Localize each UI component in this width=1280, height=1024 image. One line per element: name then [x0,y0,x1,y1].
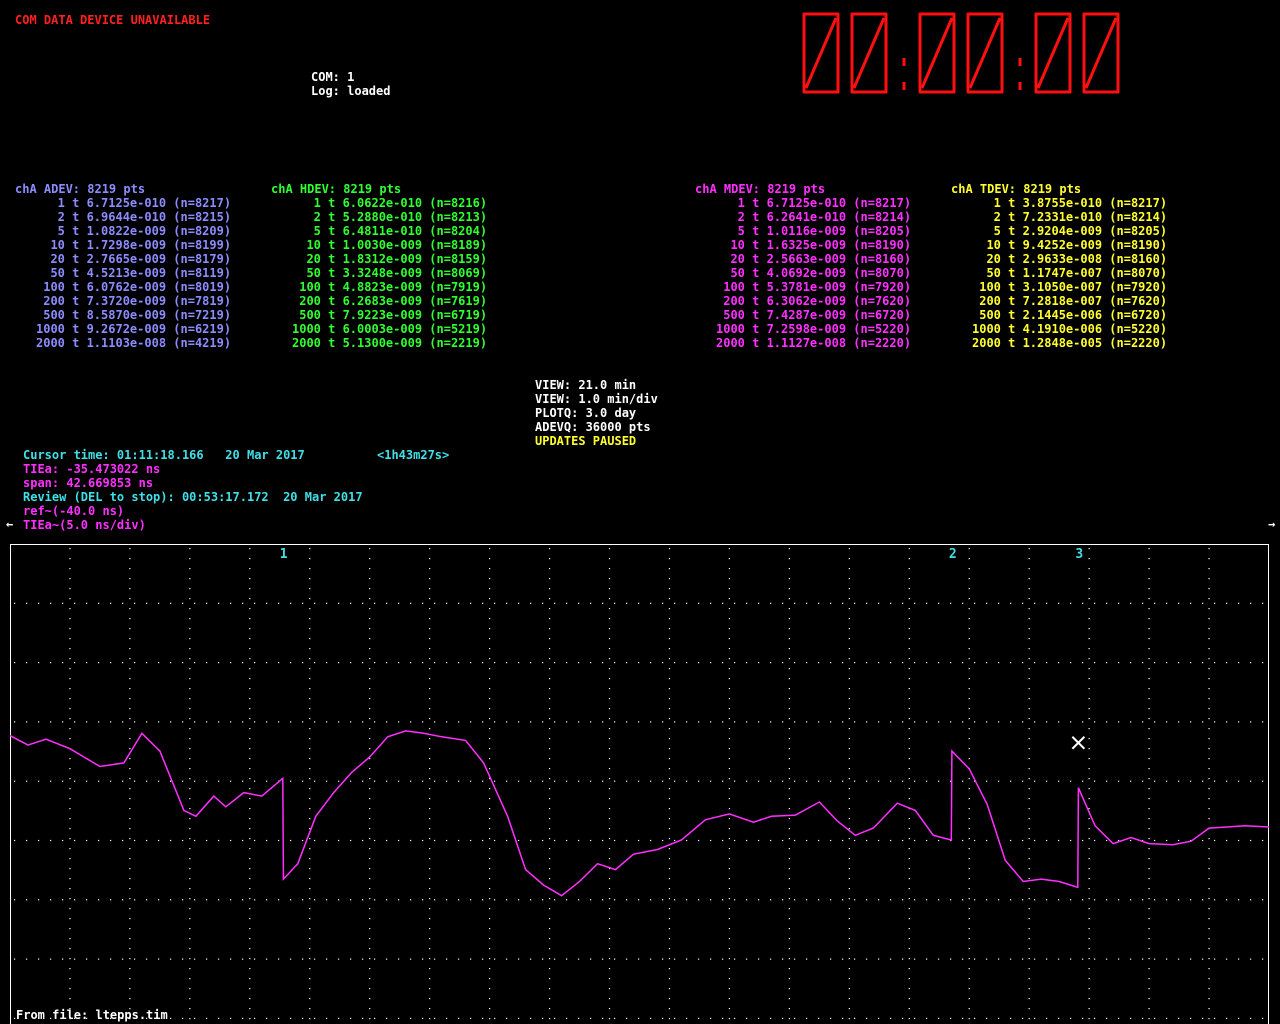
stats-row: 2 t 7.2331e-010 (n=8214) [972,210,1168,224]
view-scale-label: VIEW: 1.0 min/div [535,392,658,406]
stats-header-adev: chA ADEV: 8219 pts [15,182,146,196]
tie-trace [10,730,1269,897]
stats-row: 1000 t 7.2598e-009 (n=5220) [716,322,912,336]
stats-row: 500 t 2.1445e-006 (n=6720) [972,308,1168,322]
stats-row: 200 t 7.2818e-007 (n=7620) [972,294,1168,308]
stats-row: 50 t 3.3248e-009 (n=8069) [292,266,488,280]
stats-row: 10 t 1.0030e-009 (n=8189) [292,238,488,252]
stats-header-tdev: chA TDEV: 8219 pts [951,182,1082,196]
adev-queue-label: ADEVQ: 36000 pts [535,420,651,434]
stats-row: 1000 t 9.2672e-009 (n=6219) [36,322,232,336]
clock-digit [850,12,888,94]
stats-row: 10 t 9.4252e-009 (n=8190) [972,238,1168,252]
stats-row: 200 t 7.3720e-009 (n=7819) [36,294,232,308]
stats-row: 5 t 1.0116e-009 (n=8205) [716,224,912,238]
stats-table-adev: chA ADEV: 8219 pts 1 t 6.7125e-010 (n=82… [15,182,231,350]
arrow-right-icon[interactable]: → [1268,517,1275,531]
time-marker-3: 3 [1075,547,1083,562]
source-file-label: From file: ltepps.tim [16,1008,168,1022]
stats-row: 500 t 7.9223e-009 (n=6719) [292,308,488,322]
elapsed-time-clock [802,12,1120,94]
vertical-scale-label: TIEa~(5.0 ns/div) [23,518,146,532]
stats-row: 50 t 4.0692e-009 (n=8070) [716,266,912,280]
stats-row: 20 t 2.5663e-009 (n=8160) [716,252,912,266]
stats-row: 2 t 5.2880e-010 (n=8213) [292,210,488,224]
stats-row: 500 t 7.4287e-009 (n=6720) [716,308,912,322]
stats-row: 100 t 5.3781e-009 (n=7920) [716,280,912,294]
stats-row: 10 t 1.7298e-009 (n=8199) [36,238,232,252]
plot-grid [14,548,1264,1020]
review-label: Review (DEL to stop): 00:53:17.172 20 Ma… [23,490,363,504]
stats-row: 100 t 4.8823e-009 (n=7919) [292,280,488,294]
stats-row: 200 t 6.3062e-009 (n=7620) [716,294,912,308]
updates-paused-label: UPDATES PAUSED [535,434,637,448]
stats-row: 100 t 6.0762e-009 (n=8019) [36,280,232,294]
stats-header-hdev: chA HDEV: 8219 pts [271,182,402,196]
stats-header-mdev: chA MDEV: 8219 pts [695,182,826,196]
tie-value-label: TIEa: -35.473022 ns [23,462,161,476]
stats-row: 20 t 1.8312e-009 (n=8159) [292,252,488,266]
stats-row: 1000 t 4.1910e-006 (n=5220) [972,322,1168,336]
stats-row: 2000 t 1.2848e-005 (n=2220) [972,336,1168,350]
stats-row: 200 t 6.2683e-009 (n=7619) [292,294,488,308]
time-marker-2: 2 [949,547,957,562]
clock-digit [918,12,956,94]
stats-row: 500 t 8.5870e-009 (n=7219) [36,308,232,322]
stats-row: 1 t 6.7125e-010 (n=8217) [716,196,912,210]
stats-row: 20 t 2.7665e-009 (n=8179) [36,252,232,266]
stats-row: 50 t 1.1747e-007 (n=8070) [972,266,1168,280]
stats-row: 1 t 3.8755e-010 (n=8217) [972,196,1168,210]
stats-row: 1000 t 6.0003e-009 (n=5219) [292,322,488,336]
stats-table-hdev: chA HDEV: 8219 pts 1 t 6.0622e-010 (n=82… [271,182,487,350]
reference-label: ref~(-40.0 ns) [23,504,125,518]
time-marker-1: 1 [280,547,288,562]
stats-row: 5 t 6.4811e-010 (n=8204) [292,224,488,238]
stats-row: 2000 t 5.1300e-009 (n=2219) [292,336,488,350]
stats-row: 5 t 1.0822e-009 (n=8209) [36,224,232,238]
cursor-time-label: Cursor time: 01:11:18.166 20 Mar 2017 [23,448,305,462]
clock-digit [966,12,1004,94]
com-port-label: COM: 1 [311,70,355,84]
plot-queue-label: PLOTQ: 3.0 day [535,406,637,420]
log-status-label: Log: loaded [311,84,391,98]
cursor-elapsed-label: <1h43m27s> [377,448,450,462]
stats-row: 10 t 1.6325e-009 (n=8190) [716,238,912,252]
stats-row: 20 t 2.9633e-008 (n=8160) [972,252,1168,266]
stats-table-mdev: chA MDEV: 8219 pts 1 t 6.7125e-010 (n=82… [695,182,911,350]
stats-row: 50 t 4.5213e-009 (n=8119) [36,266,232,280]
stats-row: 2 t 6.9644e-010 (n=8215) [36,210,232,224]
arrow-left-icon[interactable]: ← [6,517,13,531]
tie-plot[interactable]: 1 2 3 [10,544,1269,1024]
clock-digit [1082,12,1120,94]
span-label: span: 42.669853 ns [23,476,154,490]
stats-row: 2 t 6.2641e-010 (n=8214) [716,210,912,224]
stats-table-tdev: chA TDEV: 8219 pts 1 t 3.8755e-010 (n=82… [951,182,1167,350]
clock-digit [1034,12,1072,94]
clock-digit [802,12,840,94]
stats-row: 1 t 6.0622e-010 (n=8216) [292,196,488,210]
status-message: COM DATA DEVICE UNAVAILABLE [15,13,211,27]
stats-row: 5 t 2.9204e-009 (n=8205) [972,224,1168,238]
x-cursor-icon [1071,736,1086,750]
stats-row: 2000 t 1.1103e-008 (n=4219) [36,336,232,350]
stats-row: 1 t 6.7125e-010 (n=8217) [36,196,232,210]
view-span-label: VIEW: 21.0 min [535,378,637,392]
stats-row: 100 t 3.1050e-007 (n=7920) [972,280,1168,294]
stats-row: 2000 t 1.1127e-008 (n=2220) [716,336,912,350]
